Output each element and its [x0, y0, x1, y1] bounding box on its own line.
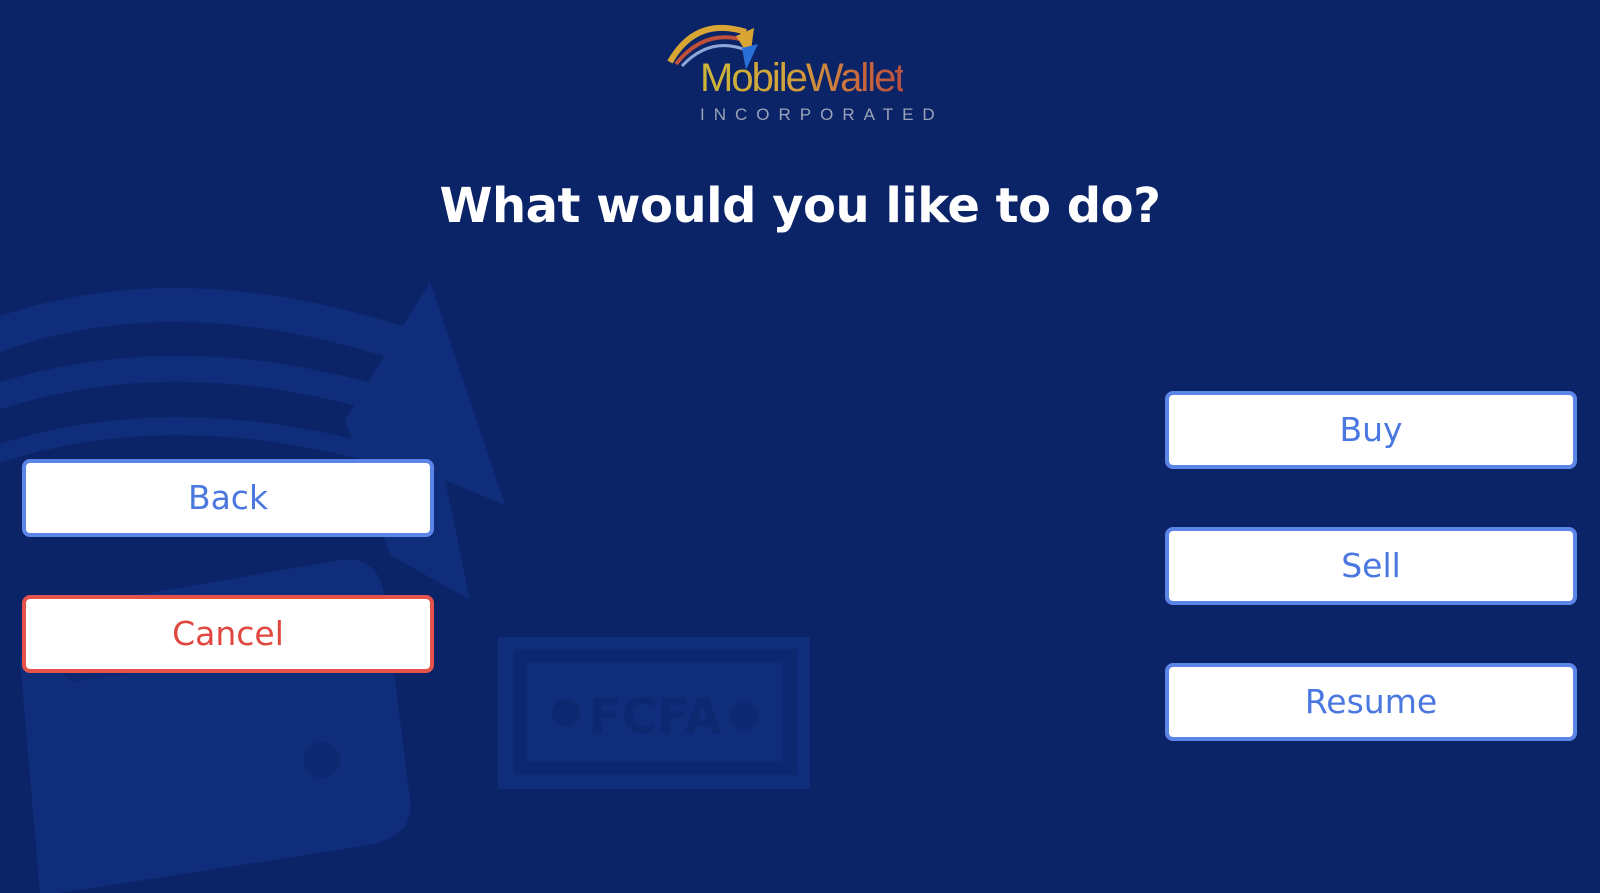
cancel-button-label: Cancel — [172, 614, 284, 653]
back-button[interactable]: Back — [22, 459, 434, 537]
logo-wordmark: MobileWallet — [700, 56, 905, 100]
mobilewallet-logo: MobileWallet INCORPORATED — [666, 14, 935, 128]
back-button-label: Back — [187, 478, 269, 517]
cancel-button[interactable]: Cancel — [22, 595, 434, 673]
logo-subtitle: INCORPORATED — [700, 105, 944, 124]
background-arc-outer-icon — [0, 288, 426, 367]
sell-button-label: Sell — [1341, 546, 1401, 585]
buy-button[interactable]: Buy — [1165, 391, 1577, 469]
page-title: What would you like to do? — [439, 178, 1161, 234]
background-arc-middle-icon — [0, 355, 404, 418]
resume-button[interactable]: Resume — [1165, 663, 1577, 741]
resume-button-label: Resume — [1304, 682, 1438, 721]
background-banknote-icon: FCFA — [498, 637, 810, 789]
kiosk-screen: FCFA MobileWallet INCORPORATED What woul… — [0, 0, 1600, 893]
sell-button[interactable]: Sell — [1165, 527, 1577, 605]
buy-button-label: Buy — [1339, 410, 1403, 449]
background-arc-inner-icon — [0, 417, 383, 464]
banknote-label: FCFA — [589, 689, 721, 745]
